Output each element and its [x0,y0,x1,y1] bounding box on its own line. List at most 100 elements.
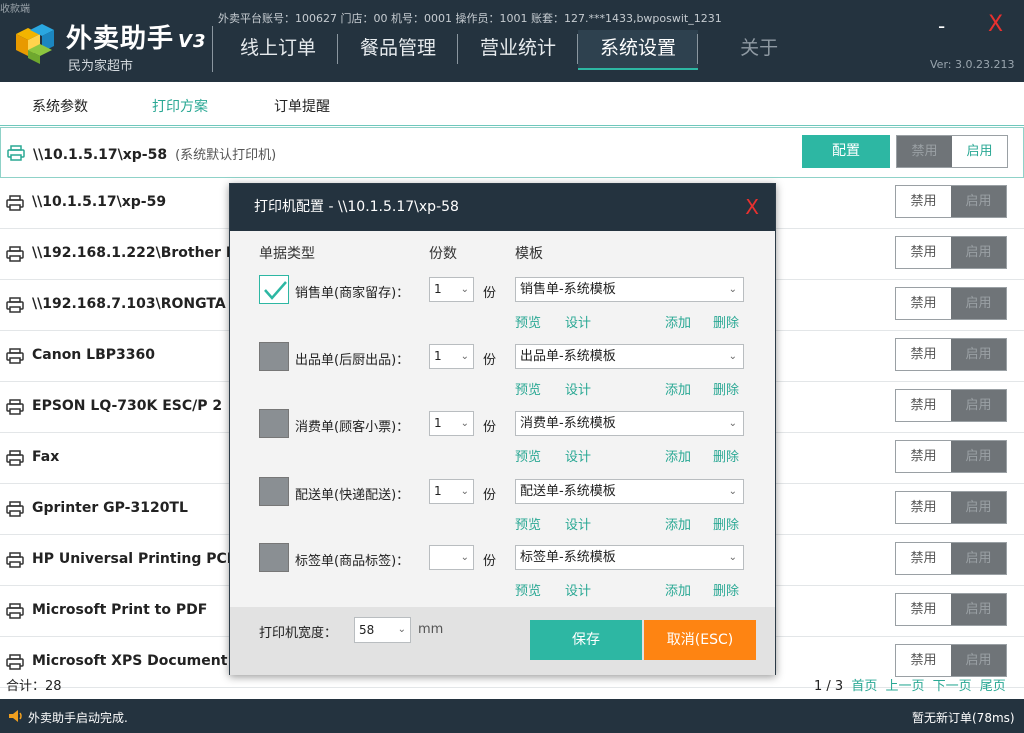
disable-option[interactable]: 禁用 [896,186,951,217]
tab-system-params[interactable]: 系统参数 [32,96,88,116]
disable-option[interactable]: 禁用 [896,237,951,268]
prev-page-link[interactable]: 上一页 [885,679,924,694]
first-page-link[interactable]: 首页 [851,679,877,694]
printer-width-value: 58 [359,623,375,637]
save-button[interactable]: 保存 [530,620,642,660]
enable-option[interactable]: 启用 [951,339,1006,370]
enable-option[interactable]: 启用 [951,237,1006,268]
tab-order-alert[interactable]: 订单提醒 [274,96,330,116]
quantity-select[interactable]: ⌄ [429,545,474,570]
disable-option[interactable]: 禁用 [897,136,952,167]
template-value: 消费单-系统模板 [520,416,616,431]
delete-link[interactable]: 删除 [713,446,739,465]
template-value: 出品单-系统模板 [520,349,616,364]
nav-about[interactable]: 关于 [718,30,800,70]
delete-link[interactable]: 删除 [713,379,739,398]
disable-option[interactable]: 禁用 [896,339,951,370]
doc-checkbox[interactable] [259,477,289,506]
printer-name: HP Universal Printing PCL [32,551,236,567]
close-button[interactable]: X [988,12,1003,37]
enable-option[interactable]: 启用 [951,594,1006,625]
doc-type-label: 消费单(顾客小票)： [295,420,410,435]
add-link[interactable]: 添加 [665,446,691,465]
enable-option[interactable]: 启用 [951,543,1006,574]
disable-option[interactable]: 禁用 [896,594,951,625]
printer-name: Microsoft XPS Document [32,653,227,669]
nav-menu-management[interactable]: 餐品管理 [338,30,459,70]
add-link[interactable]: 添加 [665,379,691,398]
order-status: 暂无新订单(78ms) [912,711,1015,725]
enable-option[interactable]: 启用 [951,288,1006,319]
enable-option[interactable]: 启用 [951,186,1006,217]
template-select[interactable]: 出品单-系统模板 ⌄ [515,344,744,369]
doc-checkbox[interactable] [259,543,289,572]
printer-name-text: \\10.1.5.17\xp-58 [33,147,168,163]
design-link[interactable]: 设计 [565,312,591,331]
disable-option[interactable]: 禁用 [896,645,951,676]
last-page-link[interactable]: 尾页 [980,679,1006,694]
quantity-select[interactable]: 1 ⌄ [429,411,474,436]
enable-option[interactable]: 启用 [951,390,1006,421]
quantity-select[interactable]: 1 ⌄ [429,277,474,302]
app-header: 收款端 外卖助手 V3 民为家超市 外卖平台账号：100627 门店：00 机号：… [0,0,1024,82]
template-value: 销售单-系统模板 [520,282,616,297]
doc-checkbox[interactable] [259,275,289,304]
design-link[interactable]: 设计 [565,514,591,533]
status-message: 外卖助手启动完成. [28,711,128,725]
enable-option[interactable]: 启用 [951,492,1006,523]
add-link[interactable]: 添加 [665,580,691,599]
template-value: 标签单-系统模板 [520,550,616,565]
add-link[interactable]: 添加 [665,312,691,331]
configure-button[interactable]: 配置 [802,135,890,168]
delete-link[interactable]: 删除 [713,580,739,599]
doc-checkbox[interactable] [259,342,289,371]
nav-online-orders[interactable]: 线上订单 [218,30,339,70]
quantity-select[interactable]: 1 ⌄ [429,479,474,504]
disable-option[interactable]: 禁用 [896,492,951,523]
disable-option[interactable]: 禁用 [896,390,951,421]
template-select[interactable]: 消费单-系统模板 ⌄ [515,411,744,436]
disable-option[interactable]: 禁用 [896,441,951,472]
doc-type-label: 配送单(快递配送)： [295,488,410,503]
template-select[interactable]: 销售单-系统模板 ⌄ [515,277,744,302]
dialog-close-button[interactable]: X [745,184,759,231]
preview-link[interactable]: 预览 [515,446,541,465]
design-link[interactable]: 设计 [565,580,591,599]
quantity-select[interactable]: 1 ⌄ [429,344,474,369]
quantity-value: 1 [434,282,442,296]
printer-note: (系统默认打印机) [175,148,277,163]
printer-row[interactable]: \\10.1.5.17\xp-58 (系统默认打印机) 配置 禁用 启用 [0,127,1024,178]
enable-option[interactable]: 启用 [952,136,1007,167]
top-edge-text: 收款端 [0,4,30,15]
tab-print-scheme[interactable]: 打印方案 [152,96,208,116]
doc-type-row: 消费单(顾客小票)： 1 ⌄ 份消费单-系统模板 ⌄ 预览 设计 添加 删除 [230,403,775,465]
add-link[interactable]: 添加 [665,514,691,533]
printer-icon [6,348,24,364]
enable-option[interactable]: 启用 [951,645,1006,676]
preview-link[interactable]: 预览 [515,379,541,398]
disable-option[interactable]: 禁用 [896,543,951,574]
disable-option[interactable]: 禁用 [896,288,951,319]
col-doc-type: 单据类型 [259,246,315,262]
next-page-link[interactable]: 下一页 [933,679,972,694]
nav-business-stats[interactable]: 营业统计 [458,30,579,70]
printer-width-select[interactable]: 58 ⌄ [354,617,411,643]
cancel-button[interactable]: 取消(ESC) [644,620,756,660]
account-info: 外卖平台账号：100627 门店：00 机号：0001 操作员：1001 账套：… [218,12,722,25]
template-select[interactable]: 配送单-系统模板 ⌄ [515,479,744,504]
design-link[interactable]: 设计 [565,379,591,398]
minimize-button[interactable]: - [938,14,945,38]
enable-option[interactable]: 启用 [951,441,1006,472]
design-link[interactable]: 设计 [565,446,591,465]
preview-link[interactable]: 预览 [515,312,541,331]
nav-system-settings[interactable]: 系统设置 [578,30,699,70]
preview-link[interactable]: 预览 [515,514,541,533]
doc-checkbox[interactable] [259,409,289,438]
enable-toggle: 禁用 启用 [895,491,1007,524]
printer-name: Gprinter GP-3120TL [32,500,188,516]
template-select[interactable]: 标签单-系统模板 ⌄ [515,545,744,570]
delete-link[interactable]: 删除 [713,514,739,533]
quantity-unit: 份 [483,286,497,301]
preview-link[interactable]: 预览 [515,580,541,599]
delete-link[interactable]: 删除 [713,312,739,331]
